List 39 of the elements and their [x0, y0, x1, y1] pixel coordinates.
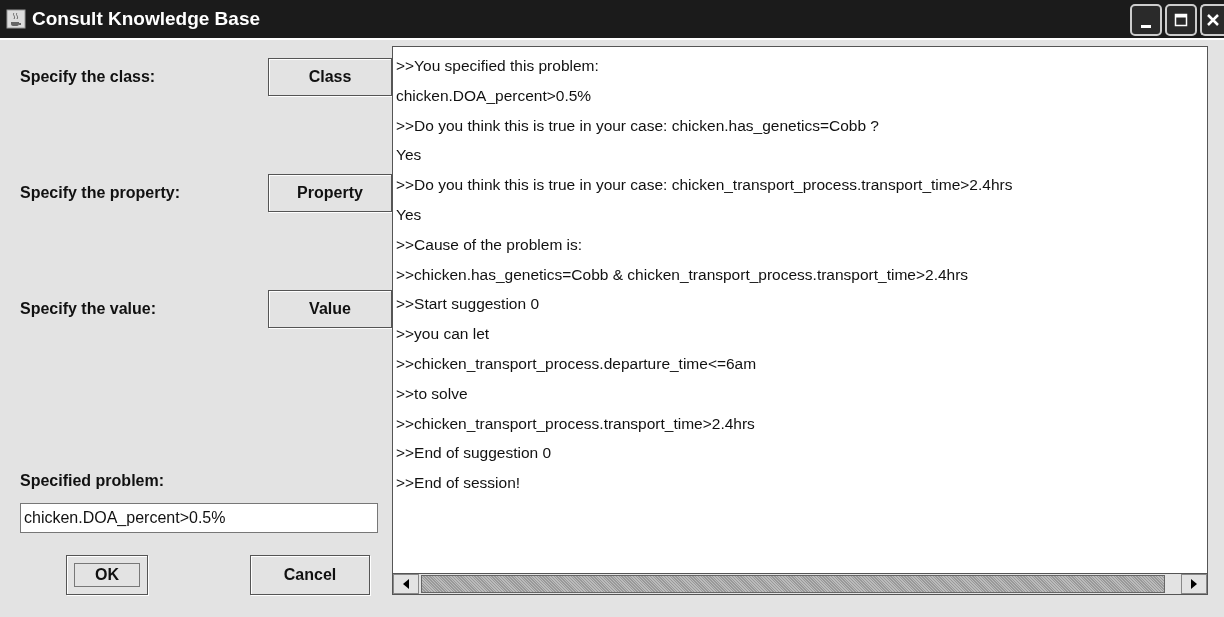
close-icon — [1206, 13, 1220, 27]
log-line: >>chicken_transport_process.departure_time<=6am — [395, 353, 758, 374]
log-line: >>Cause of the problem is: — [395, 234, 584, 255]
log-line: >>you can let — [395, 324, 491, 345]
maximize-button[interactable] — [1165, 4, 1197, 36]
left-arrow-icon — [403, 579, 409, 589]
right-arrow-icon — [1191, 579, 1197, 589]
log-line: >>End of session! — [395, 473, 522, 494]
log-line: >>chicken.has_genetics=Cobb & chicken_transport_process.transport_time>2.4hrs — [395, 264, 970, 285]
maximize-icon — [1174, 13, 1188, 27]
log-line: chicken.DOA_percent>0.5% — [395, 85, 593, 106]
log-line: >>You specified this problem: — [395, 56, 600, 76]
problem-label: Specified problem: — [20, 472, 166, 490]
select-button[interactable]: Class — [268, 58, 392, 96]
dialog-button[interactable]: OK — [66, 555, 148, 595]
close-button[interactable] — [1200, 4, 1224, 36]
problem-field[interactable]: chicken.DOA_percent>0.5% — [20, 503, 378, 533]
field-label: Specify the value: — [20, 300, 157, 318]
horizontal-scrollbar[interactable] — [393, 573, 1207, 594]
scroll-right-button[interactable] — [1181, 574, 1207, 594]
log-line: >>Start suggestion 0 — [395, 294, 541, 315]
log-line: >>End of suggestion 0 — [395, 443, 553, 464]
log-line: >>to solve — [395, 383, 469, 404]
dialog-button[interactable]: Cancel — [250, 555, 370, 595]
select-button[interactable]: Property — [268, 174, 392, 212]
scroll-left-button[interactable] — [393, 574, 419, 594]
log-line: >>Do you think this is true in your case: chicken.has_genetics=Cobb ? — [395, 115, 880, 136]
log-line: Yes — [395, 145, 423, 166]
minimize-icon — [1141, 24, 1151, 28]
scroll-thumb[interactable] — [421, 575, 1165, 593]
field-label: Specify the class: — [20, 68, 156, 86]
log-line: >>Do you think this is true in your case: chicken_transport_process.transport_time>2.4hrs — [395, 175, 1014, 196]
log-line: Yes — [395, 205, 423, 225]
log-line: >>chicken_transport_process.transport_time>2.4hrs — [395, 413, 756, 434]
select-button[interactable]: Value — [268, 290, 392, 328]
window-title: Consult Knowledge Base — [32, 8, 262, 30]
cup-icon — [6, 9, 26, 29]
field-label: Specify the property: — [20, 184, 181, 202]
minimize-button[interactable] — [1130, 4, 1162, 36]
